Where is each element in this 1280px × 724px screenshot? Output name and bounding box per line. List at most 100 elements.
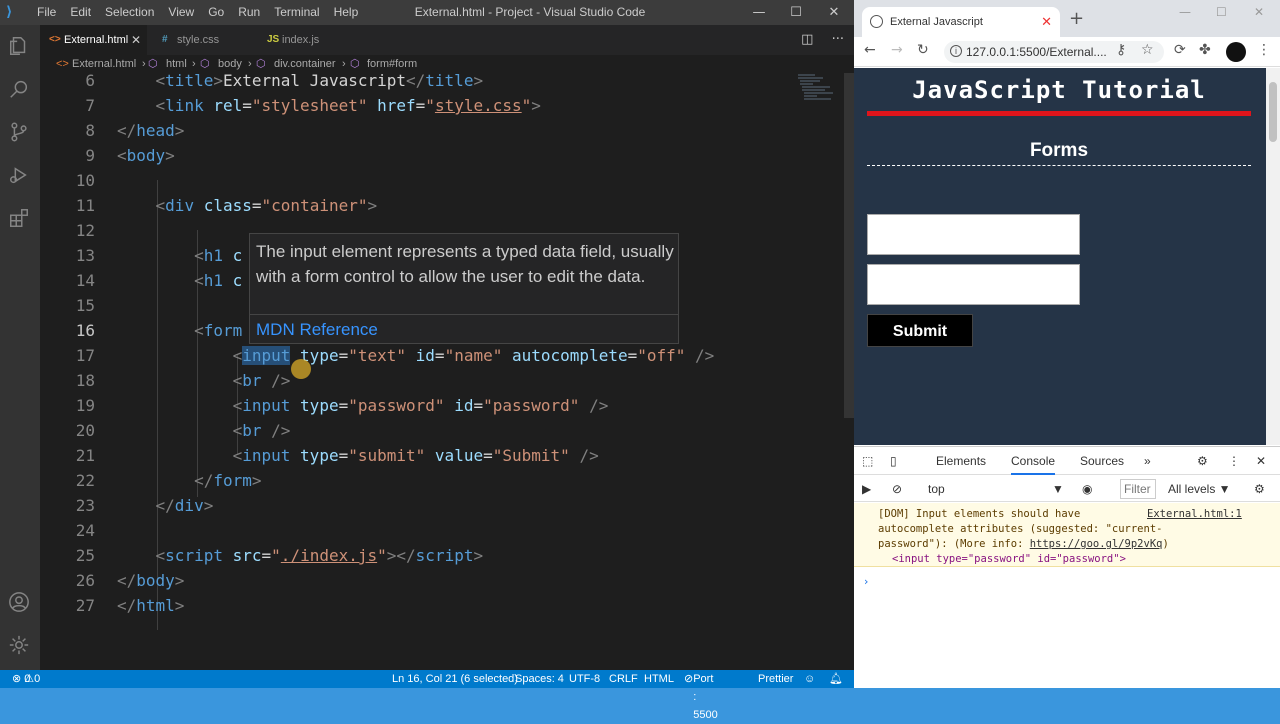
minimize-icon[interactable]: — (740, 0, 778, 25)
message-line: [DOM] Input elements should have (878, 508, 1081, 520)
encoding[interactable]: UTF-8 (569, 670, 600, 688)
menu-edit[interactable]: Edit (63, 0, 98, 25)
code-line: 24 (75, 521, 95, 540)
log-levels-dropdown[interactable]: All levels ▼ (1168, 476, 1231, 502)
menu-run[interactable]: Run (231, 0, 267, 25)
close-icon[interactable]: ✕ (1254, 5, 1264, 19)
maximize-icon[interactable]: ☐ (777, 0, 815, 25)
live-expression-eye-icon[interactable]: ◉ (1082, 476, 1092, 502)
breadcrumb-html[interactable]: html (166, 55, 187, 73)
back-icon[interactable]: ← (864, 42, 876, 58)
language-mode[interactable]: HTML (644, 670, 674, 688)
activity-bar (0, 25, 40, 670)
more-actions-icon[interactable]: ··· (832, 32, 844, 47)
settings-gear-icon[interactable] (8, 634, 32, 658)
console-filter-input[interactable]: Filter (1120, 479, 1156, 499)
prettier-status[interactable]: Prettier (758, 670, 793, 688)
split-editor-icon[interactable]: ◫ (801, 32, 813, 47)
minimap[interactable] (795, 73, 840, 113)
line-ending[interactable]: CRLF (609, 670, 638, 688)
forward-icon[interactable]: → (891, 42, 903, 58)
account-icon[interactable] (8, 591, 32, 615)
cursor-position[interactable]: Ln 16, Col 21 (6 selected) (392, 670, 518, 688)
search-icon[interactable] (8, 78, 32, 102)
extensions-icon[interactable] (8, 207, 32, 231)
info-icon[interactable]: i (950, 45, 962, 57)
code-editor[interactable]: 6 <title>External Javascript</title> 7 <… (40, 73, 854, 670)
context-selector[interactable]: top (928, 476, 945, 502)
breadcrumb-file[interactable]: External.html (72, 55, 136, 73)
explorer-icon[interactable] (8, 35, 32, 59)
tab-external-html[interactable]: <> External.html ✕ (40, 25, 147, 55)
device-toolbar-icon[interactable]: ▯ (890, 447, 897, 475)
mdn-reference-link[interactable]: MDN Reference (256, 320, 378, 340)
console-settings-icon[interactable]: ⚙ (1254, 476, 1265, 502)
console-message: [DOM] Input elements should have Externa… (854, 503, 1280, 567)
name-input[interactable] (867, 214, 1080, 255)
message-source-link[interactable]: External.html:1 (1147, 508, 1242, 520)
html-file-icon: <> (56, 58, 69, 70)
source-control-icon[interactable] (8, 121, 32, 145)
editor-tabs: <> External.html ✕ # style.css JS index.… (40, 25, 854, 55)
feedback-icon[interactable]: ☺ (804, 670, 815, 688)
close-devtools-icon[interactable]: ✕ (1256, 447, 1266, 475)
tab-index-js[interactable]: JS index.js (258, 25, 358, 55)
puzzle-extensions-icon[interactable]: ✤ (1199, 42, 1211, 58)
more-tabs-icon[interactable]: » (1144, 447, 1151, 475)
address-bar[interactable]: i 127.0.0.1:5500/External.... (944, 41, 1164, 63)
page-scroll-thumb[interactable] (1269, 82, 1277, 142)
tab-sources[interactable]: Sources (1080, 447, 1124, 475)
menu-terminal[interactable]: Terminal (267, 0, 326, 25)
menu-bar: File Edit Selection View Go Run Terminal… (30, 0, 365, 25)
element-icon: ⬡ (256, 58, 266, 70)
chevron-right-icon: › (142, 58, 146, 70)
close-tab-icon[interactable]: ✕ (131, 25, 141, 55)
password-input[interactable] (867, 264, 1080, 305)
key-icon[interactable]: ⚷ (1116, 42, 1126, 58)
live-server-port[interactable]: ⊘ Port : 5500 (684, 670, 718, 721)
hover-divider (250, 314, 678, 315)
minimize-icon[interactable]: — (1179, 5, 1191, 19)
menu-selection[interactable]: Selection (98, 0, 161, 25)
problems-indicator[interactable]: ⊗ 0 ⚠ 0 (12, 670, 40, 688)
console-prompt[interactable]: › (864, 575, 868, 588)
mouse-cursor-highlight (291, 359, 311, 379)
sidebar-toggle-icon[interactable]: ▶ (862, 476, 871, 502)
code-line: 21 <input type="submit" value="Submit" /… (75, 446, 599, 465)
tab-console[interactable]: Console (1011, 447, 1056, 475)
extension-icon[interactable]: ⟳ (1174, 42, 1186, 58)
code-line: 10 (75, 171, 95, 190)
new-tab-icon[interactable]: + (1069, 8, 1084, 29)
menu-help[interactable]: Help (327, 0, 366, 25)
close-tab-icon[interactable]: ✕ (1041, 7, 1052, 37)
close-icon[interactable]: ✕ (815, 0, 853, 25)
editor-scrollbar[interactable] (844, 73, 854, 418)
browser-tab[interactable]: External Javascript ✕ (862, 7, 1060, 37)
reload-icon[interactable]: ↻ (917, 42, 929, 58)
menu-go[interactable]: Go (201, 0, 231, 25)
status-bar: ⊗ 0 ⚠ 0 Ln 16, Col 21 (6 selected) Space… (0, 670, 854, 721)
tab-elements[interactable]: Elements (936, 447, 986, 475)
clear-console-icon[interactable]: ⊘ (892, 476, 902, 502)
indentation[interactable]: Spaces: 4 (515, 670, 564, 688)
submit-button[interactable]: Submit (867, 314, 973, 347)
devtools-settings-icon[interactable]: ⚙ (1197, 447, 1208, 475)
message-element[interactable]: <input type="password" id="password"> (892, 553, 1126, 565)
bookmark-star-icon[interactable]: ☆ (1141, 42, 1154, 58)
chevron-right-icon: › (248, 58, 252, 70)
profile-avatar[interactable] (1226, 42, 1246, 62)
context-dropdown-icon[interactable]: ▼ (1052, 476, 1064, 502)
more-info-link[interactable]: https://goo.gl/9p2vKq (1030, 538, 1163, 550)
tab-style-css[interactable]: # style.css (153, 25, 253, 55)
run-debug-icon[interactable] (8, 164, 32, 188)
breadcrumb-body[interactable]: body (218, 55, 242, 73)
breadcrumb-form[interactable]: form#form (367, 55, 417, 73)
devtools-menu-icon[interactable]: ⋮ (1228, 447, 1240, 475)
menu-view[interactable]: View (161, 0, 201, 25)
inspect-element-icon[interactable]: ⬚ (862, 447, 873, 475)
browser-menu-icon[interactable]: ⋮ (1257, 42, 1271, 58)
maximize-icon[interactable]: ☐ (1216, 5, 1227, 19)
breadcrumb-div-container[interactable]: div.container (274, 55, 336, 73)
menu-file[interactable]: File (30, 0, 63, 25)
notifications-bell-icon[interactable]: 🔔︎ (829, 670, 843, 688)
